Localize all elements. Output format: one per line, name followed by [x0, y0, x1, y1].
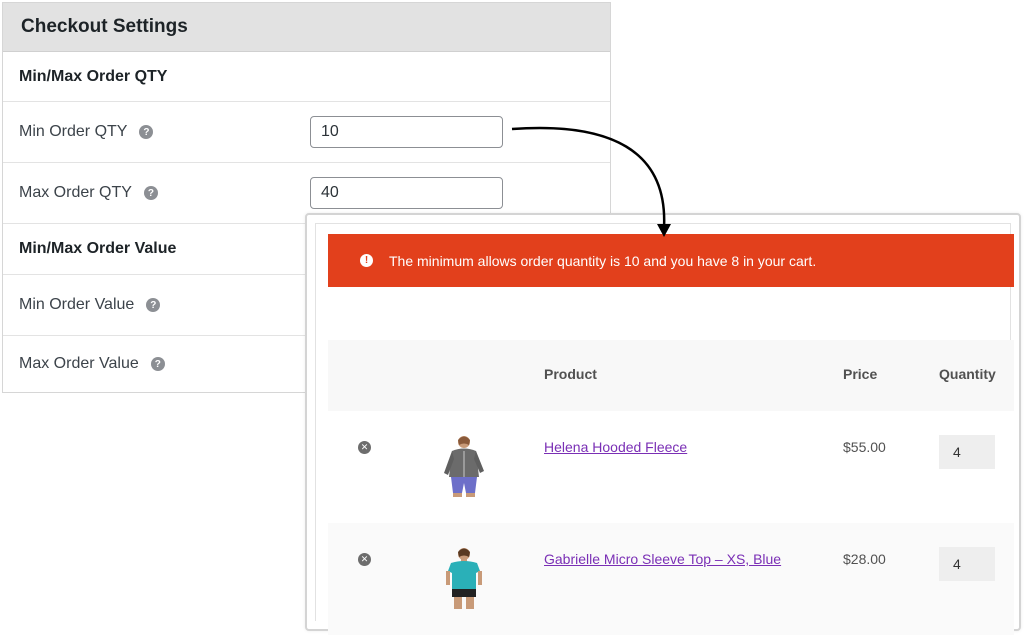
min-order-qty-row: Min Order QTY ?	[3, 102, 610, 163]
section-order-qty: Min/Max Order QTY	[3, 52, 610, 102]
field-label: Max Order Value	[19, 355, 139, 372]
quantity-input[interactable]: 4	[939, 435, 995, 469]
help-icon[interactable]: ?	[139, 125, 154, 139]
cart-table-header: Product Price Quantity	[328, 340, 1014, 411]
product-price: $55.00	[843, 439, 886, 455]
help-icon[interactable]: ?	[150, 357, 165, 371]
table-row: ✕ Helena Hooded Fleece $55.00 4	[328, 411, 1014, 523]
section-title: Min/Max Order Value	[19, 240, 177, 257]
table-row: ✕ Gabrielle Micro Sleeve Top – XS, Blue …	[328, 523, 1014, 635]
product-price: $28.00	[843, 551, 886, 567]
notice-text: The minimum allows order quantity is 10 …	[389, 252, 817, 269]
help-icon[interactable]: ?	[146, 298, 161, 312]
field-label: Min Order Value	[19, 296, 135, 313]
column-price: Price	[843, 366, 878, 382]
product-link[interactable]: Gabrielle Micro Sleeve Top – XS, Blue	[544, 551, 781, 567]
field-label: Max Order QTY	[19, 184, 132, 201]
column-product: Product	[544, 366, 597, 382]
max-order-qty-input[interactable]	[310, 177, 503, 209]
top-product-image[interactable]	[436, 545, 492, 613]
help-icon[interactable]: ?	[143, 186, 158, 200]
section-title: Min/Max Order QTY	[19, 67, 168, 85]
remove-item-icon[interactable]: ✕	[358, 441, 371, 454]
hoodie-product-image[interactable]	[436, 433, 492, 501]
cart-panel: ! The minimum allows order quantity is 1…	[305, 213, 1021, 635]
panel-title: Checkout Settings	[3, 3, 610, 52]
field-label: Min Order QTY	[19, 123, 128, 140]
remove-item-icon[interactable]: ✕	[358, 553, 371, 566]
product-link[interactable]: Helena Hooded Fleece	[544, 439, 687, 455]
column-quantity: Quantity	[939, 366, 996, 382]
quantity-input[interactable]: 4	[939, 547, 995, 581]
error-notice: ! The minimum allows order quantity is 1…	[328, 234, 1014, 287]
alert-icon: !	[360, 254, 373, 267]
cart-page: ! The minimum allows order quantity is 1…	[315, 223, 1014, 635]
min-order-qty-input[interactable]	[310, 116, 503, 148]
